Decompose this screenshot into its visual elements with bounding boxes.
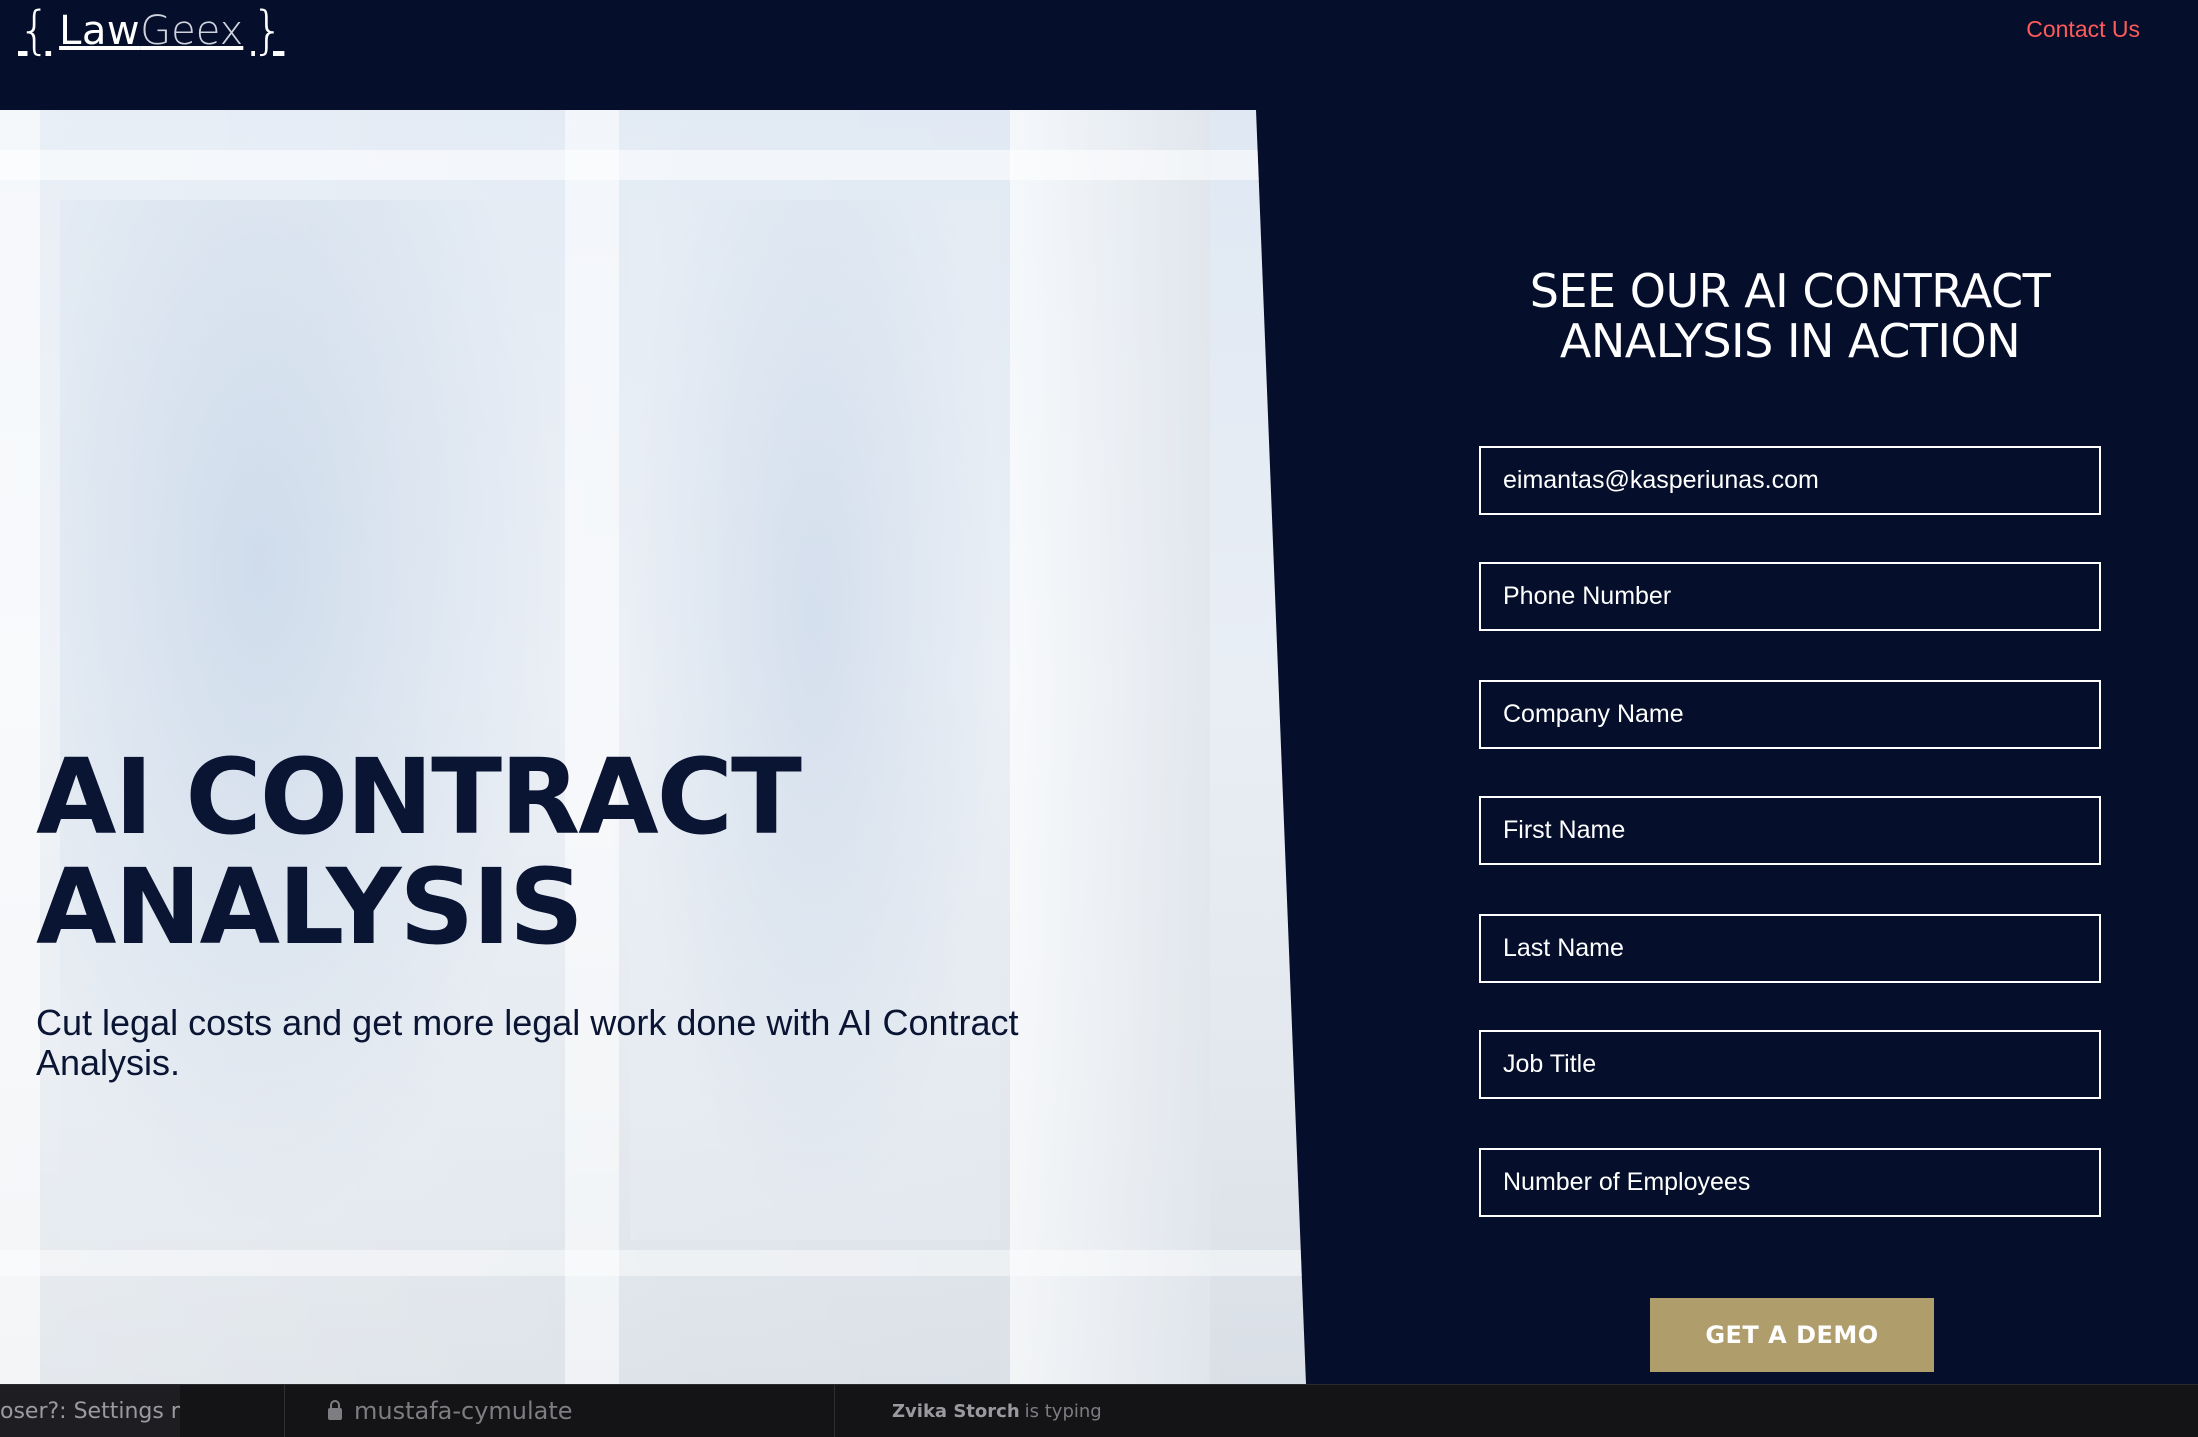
typing-user-name: Zvika Storch [892, 1400, 1020, 1422]
last-name-field[interactable] [1481, 916, 2099, 981]
taskbar-item-settings[interactable]: oser?: Settings m [0, 1385, 180, 1437]
first-name-field-wrapper [1479, 796, 2101, 865]
lawgeex-logo[interactable]: { Law Geex } [18, 2, 284, 60]
taskbar-channel-label: mustafa-cymulate [354, 1397, 573, 1425]
bottom-taskbar: oser?: Settings m mustafa-cymulate Zvika… [0, 1384, 2198, 1437]
company-field[interactable] [1481, 682, 2099, 747]
taskbar-item-channel[interactable]: mustafa-cymulate [328, 1385, 573, 1437]
hero-subtitle: Cut legal costs and get more legal work … [36, 1002, 1019, 1083]
company-field-wrapper [1479, 680, 2101, 749]
window-sill [0, 1250, 1306, 1276]
contact-us-link[interactable]: Contact Us [2026, 16, 2140, 43]
window-frame [0, 110, 40, 1384]
hero-title-line2: ANALYSIS [36, 846, 584, 968]
email-field-wrapper [1479, 446, 2101, 515]
taskbar-divider [834, 1385, 835, 1437]
window-frame [0, 150, 1306, 180]
last-name-field-wrapper [1479, 914, 2101, 983]
hero-title: AI CONTRACT ANALYSIS [36, 742, 1136, 962]
job-title-field-wrapper [1479, 1030, 2101, 1099]
logo-brace-open: { [18, 1, 52, 61]
employees-field[interactable] [1481, 1150, 2099, 1215]
first-name-field[interactable] [1481, 798, 2099, 863]
get-a-demo-button[interactable]: GET A DEMO [1650, 1298, 1934, 1372]
taskbar-item-settings-label: oser?: Settings m [0, 1398, 180, 1424]
typing-status: is typing [1024, 1400, 1102, 1422]
logo-brace-close: } [251, 1, 285, 61]
hero-section: AI CONTRACT ANALYSIS Cut legal costs and… [0, 110, 1306, 1384]
lock-icon [328, 1400, 342, 1420]
background-sky [630, 200, 1000, 1240]
employees-field-wrapper [1479, 1148, 2101, 1217]
phone-field-wrapper [1479, 562, 2101, 631]
logo-geex: Geex [140, 8, 244, 54]
site-header: { Law Geex } Contact Us [0, 0, 2198, 110]
hero-title-line1: AI CONTRACT [36, 736, 802, 858]
job-title-field[interactable] [1481, 1032, 2099, 1097]
logo-law: Law [59, 8, 141, 54]
taskbar-divider [284, 1385, 285, 1437]
typing-indicator: Zvika Storch is typing [892, 1385, 1102, 1437]
form-title-line2: ANALYSIS IN ACTION [1559, 314, 2021, 368]
phone-field[interactable] [1481, 564, 2099, 629]
background-sky [60, 200, 560, 1240]
form-title-line1: SEE OUR AI CONTRACT [1529, 264, 2051, 318]
email-field[interactable] [1481, 448, 2099, 513]
form-title: SEE OUR AI CONTRACT ANALYSIS IN ACTION [1440, 266, 2140, 366]
